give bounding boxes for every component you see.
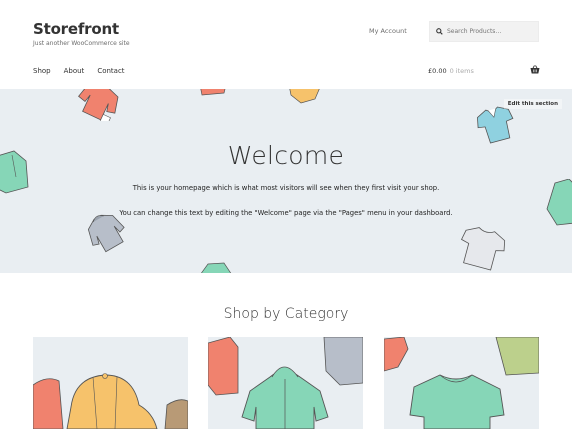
tshirt-grey-icon xyxy=(460,227,506,271)
garment-mint-bottom-icon xyxy=(201,262,232,273)
cart-item-count: 0 items xyxy=(449,67,474,75)
my-account-link[interactable]: My Account xyxy=(369,27,407,35)
cart-total-amount: £0.00 xyxy=(428,67,447,75)
hoodie-coral-icon xyxy=(78,89,119,121)
nav-item-shop[interactable]: Shop xyxy=(33,67,51,75)
hero-title: Welcome xyxy=(227,141,345,170)
category-image-accessories xyxy=(33,373,188,429)
garment-yellow-icon xyxy=(289,89,320,104)
edit-section-link[interactable]: Edit this section xyxy=(503,99,562,109)
search-icon xyxy=(436,28,443,35)
search-box[interactable] xyxy=(429,21,539,42)
site-title[interactable]: Storefront xyxy=(33,20,119,38)
category-card-accessories[interactable] xyxy=(33,337,188,429)
search-input[interactable] xyxy=(447,28,537,35)
cart-summary[interactable]: £0.00 0 items xyxy=(428,67,474,75)
category-card-hoodies[interactable] xyxy=(208,337,363,429)
category-card-tshirts[interactable] xyxy=(384,337,539,429)
basket-icon[interactable] xyxy=(530,65,540,74)
nav-item-about[interactable]: About xyxy=(64,67,85,75)
hero-text-line-2: You can change this text by editing the … xyxy=(119,209,453,217)
hero-text-line-1: This is your homepage which is what most… xyxy=(132,184,440,192)
nav-item-contact[interactable]: Contact xyxy=(97,67,124,75)
site-tagline: Just another WooCommerce site xyxy=(33,40,130,47)
category-image-tshirts xyxy=(384,337,539,429)
shop-by-category-heading: Shop by Category xyxy=(223,306,349,322)
category-image-hoodies xyxy=(208,337,363,429)
hero-section: Edit this section Welcome This is your h… xyxy=(0,89,572,273)
primary-nav: Shop About Contact xyxy=(33,67,125,75)
garment-coral-top-icon xyxy=(200,89,226,96)
